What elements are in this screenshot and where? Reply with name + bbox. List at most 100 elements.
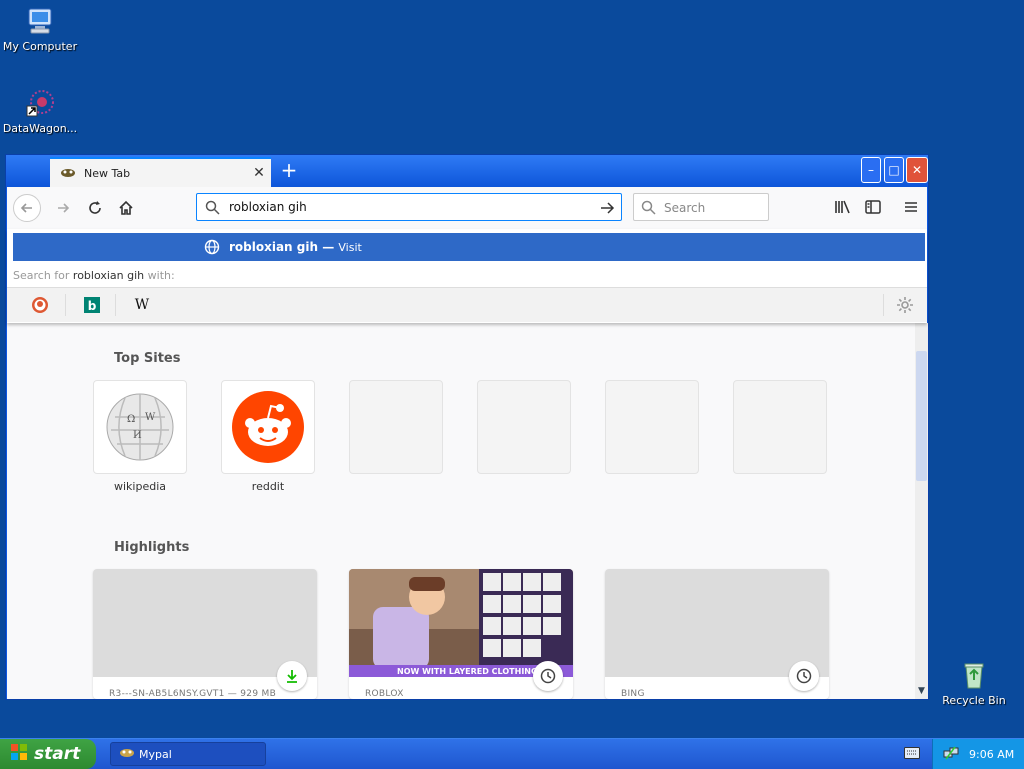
desktop-icon-my-computer[interactable]: My Computer	[0, 4, 80, 53]
top-site-label: reddit	[251, 480, 285, 493]
top-sites-title: Top Sites	[114, 351, 181, 366]
separator	[65, 294, 66, 316]
autocomplete-suggestion[interactable]: robloxian gih — Visit	[13, 233, 925, 261]
wikipedia-icon[interactable]: W	[133, 296, 151, 314]
navigation-toolbar: robloxian gih Search	[7, 187, 927, 230]
url-bar[interactable]: robloxian gih	[196, 193, 622, 221]
autocomplete-query: robloxian gih	[229, 240, 319, 254]
title-bar: New Tab ✕ + – □ ✕	[6, 155, 928, 187]
search-placeholder: Search	[664, 201, 706, 215]
top-site-empty-tile	[477, 380, 571, 474]
highlight-card[interactable]: R3---SN-AB5L6NSY.GVT1 — 929 MB	[93, 569, 317, 699]
taskbar-item-mypal[interactable]: Mypal	[110, 742, 266, 766]
go-arrow-icon[interactable]	[599, 200, 615, 219]
highlights-title: Highlights	[114, 540, 190, 555]
computer-icon	[23, 4, 57, 38]
highlight-card[interactable]: NOW WITH LAYERED CLOTHING ROBLOX	[349, 569, 573, 699]
maximize-button[interactable]: □	[884, 157, 904, 183]
sidebar-icon	[865, 200, 881, 214]
search-icon	[205, 200, 220, 218]
datawagon-icon	[23, 86, 57, 120]
browser-window: New Tab ✕ + – □ ✕ robloxian gih Search r…	[5, 154, 929, 700]
globe-icon	[204, 239, 220, 258]
top-site-empty-tile	[733, 380, 827, 474]
svg-text:W: W	[145, 412, 156, 423]
tab-close-icon[interactable]: ✕	[249, 165, 269, 181]
scroll-down-arrow-icon[interactable]: ▼	[916, 686, 927, 697]
highlight-thumbnail-roblox: NOW WITH LAYERED CLOTHING	[349, 569, 573, 677]
reload-icon	[89, 201, 101, 214]
library-icon	[835, 200, 850, 214]
autocomplete-separator: —	[318, 240, 339, 254]
wikipedia-globe-icon: Ω W И	[106, 393, 174, 461]
clock-icon	[789, 661, 819, 691]
top-site-empty-tile	[349, 380, 443, 474]
taskbar: start Mypal 9:06 AM	[0, 738, 1024, 769]
network-icon[interactable]	[943, 745, 959, 764]
reddit-icon	[232, 391, 304, 463]
vertical-scrollbar[interactable]: ▼	[915, 323, 928, 699]
autocomplete-action: Visit	[338, 241, 362, 254]
keyboard-icon[interactable]	[904, 747, 920, 762]
taskbar-item-label: Mypal	[139, 747, 172, 761]
search-box[interactable]: Search	[633, 193, 769, 221]
sidebar-button[interactable]	[862, 196, 884, 218]
top-site-empty-tile	[605, 380, 699, 474]
svg-text:Ω: Ω	[127, 414, 135, 425]
highlight-source: ROBLOX	[365, 689, 404, 699]
search-settings-gear-icon[interactable]	[896, 296, 914, 314]
library-button[interactable]	[832, 196, 854, 218]
svg-text:И: И	[133, 430, 142, 441]
desktop-icon-recycle-bin[interactable]: Recycle Bin	[934, 658, 1014, 707]
url-input[interactable]: robloxian gih	[229, 200, 307, 214]
desktop-icon-datawagon[interactable]: DataWagon...	[0, 86, 80, 135]
highlight-source: R3---SN-AB5L6NSY.GVT1 — 929 MB	[109, 689, 277, 699]
top-site-tile-wikipedia[interactable]: Ω W И	[93, 380, 187, 474]
top-site-label: wikipedia	[113, 480, 166, 493]
mypal-icon	[119, 747, 135, 762]
clock[interactable]: 9:06 AM	[969, 748, 1014, 761]
scrollbar-thumb[interactable]	[916, 351, 927, 481]
new-tab-page: Top Sites Ω W И wikipedia reddit Highlig…	[7, 323, 915, 699]
clock-icon	[533, 661, 563, 691]
highlight-thumbnail	[605, 569, 829, 677]
recycle-bin-icon	[957, 658, 991, 692]
duckduckgo-icon[interactable]	[31, 296, 49, 314]
tab-new-tab[interactable]: New Tab ✕	[50, 157, 271, 187]
separator	[883, 294, 884, 316]
search-for-suffix: with:	[144, 269, 175, 282]
desktop-icon-label: Recycle Bin	[942, 694, 1006, 707]
search-for-prefix: Search for	[13, 269, 73, 282]
reload-button[interactable]	[81, 194, 109, 222]
new-tab-button[interactable]: +	[276, 158, 302, 184]
minimize-button[interactable]: –	[861, 157, 881, 183]
desktop-icon-label: My Computer	[2, 40, 78, 53]
back-button[interactable]	[13, 194, 41, 222]
forward-button[interactable]	[49, 194, 77, 222]
bing-icon[interactable]: b	[83, 296, 101, 314]
highlight-source: BING	[621, 689, 645, 699]
start-button[interactable]: start	[0, 739, 96, 769]
back-arrow-icon	[20, 203, 32, 213]
highlight-overlay-text: NOW WITH LAYERED CLOTHING	[397, 667, 538, 676]
highlight-thumbnail	[93, 569, 317, 677]
system-tray: 9:06 AM	[932, 739, 1024, 769]
top-site-tile-reddit[interactable]	[221, 380, 315, 474]
mypal-favicon-icon	[60, 167, 76, 179]
separator	[115, 294, 116, 316]
highlight-card[interactable]: BING	[605, 569, 829, 699]
download-icon	[277, 661, 307, 691]
search-icon	[641, 200, 656, 218]
hamburger-menu-icon	[905, 202, 917, 212]
bing-glyph: b	[88, 299, 97, 313]
close-window-button[interactable]: ✕	[906, 157, 928, 183]
forward-arrow-icon	[58, 203, 70, 213]
home-button[interactable]	[112, 194, 140, 222]
search-with-label: Search for robloxian gih with:	[13, 269, 175, 282]
one-off-search-engines: b W	[7, 288, 927, 322]
start-label: start	[34, 744, 81, 764]
url-autocomplete-popup: robloxian gih — Visit Search for robloxi…	[7, 229, 927, 323]
menu-button[interactable]	[900, 196, 922, 218]
home-icon	[119, 200, 133, 215]
desktop-icon-label: DataWagon...	[2, 122, 78, 135]
